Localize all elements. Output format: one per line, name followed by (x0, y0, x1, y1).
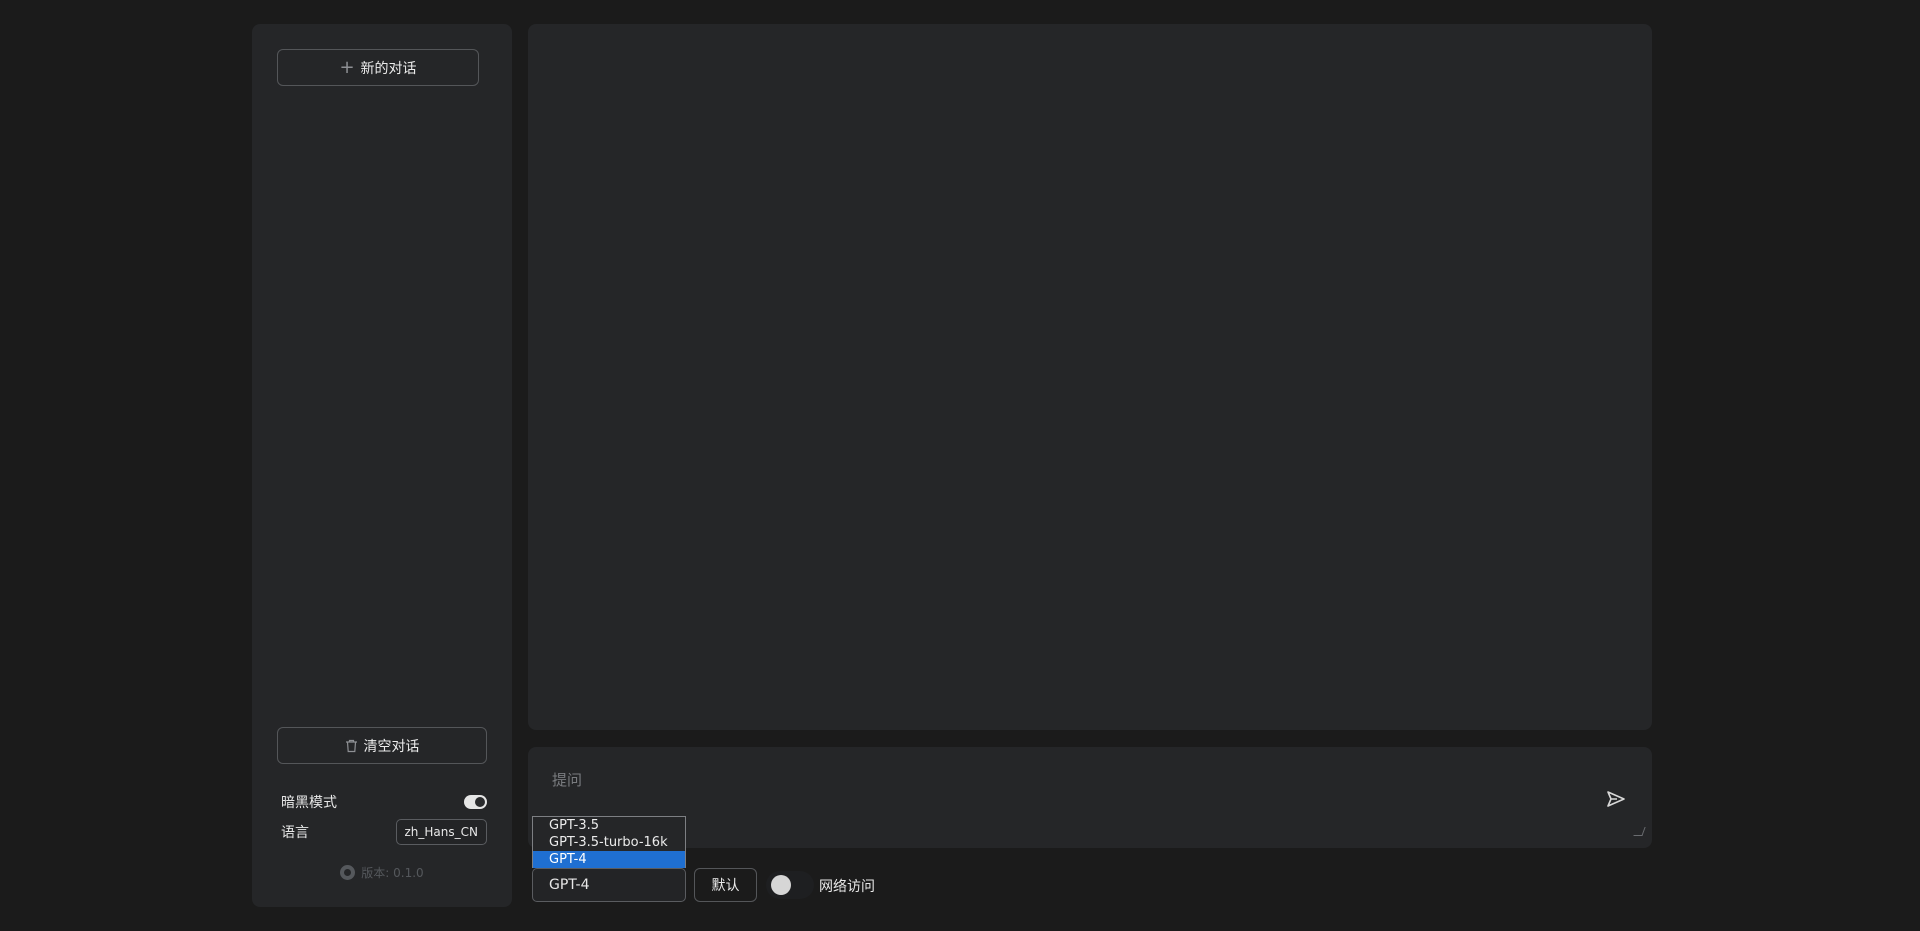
resize-handle[interactable] (1633, 827, 1646, 836)
trash-icon (345, 739, 357, 752)
dark-mode-label: 暗黑模式 (281, 795, 337, 811)
model-option-gpt-3-5-turbo-16k[interactable]: GPT-3.5-turbo-16k (533, 834, 685, 851)
model-select[interactable]: GPT-4 (532, 868, 686, 902)
prompt-input[interactable] (550, 767, 1604, 831)
dark-mode-row: 暗黑模式 (281, 792, 487, 812)
send-icon[interactable] (1606, 789, 1626, 809)
clear-chat-button[interactable]: 清空对话 (277, 727, 487, 764)
version-info: 版本: 0.1.0 (252, 864, 512, 881)
version-text: 版本: 0.1.0 (361, 866, 424, 880)
model-option-gpt-3-5[interactable]: GPT-3.5 (533, 817, 685, 834)
toggle-knob (771, 875, 791, 895)
new-chat-button[interactable]: + 新的对话 (277, 49, 479, 86)
network-toggle[interactable] (766, 871, 814, 899)
plus-icon: + (339, 56, 355, 78)
clear-chat-label: 清空对话 (363, 738, 420, 755)
model-dropdown-list: GPT-3.5 GPT-3.5-turbo-16k GPT-4 (532, 816, 686, 868)
language-select[interactable]: zh_Hans_CN (395, 819, 487, 845)
default-button[interactable]: 默认 (694, 868, 757, 902)
dark-mode-toggle[interactable] (464, 795, 487, 809)
language-row: 语言 zh_Hans_CN (281, 819, 487, 845)
chat-messages-area (528, 24, 1652, 730)
composer (528, 747, 1652, 848)
new-chat-label: 新的对话 (360, 60, 417, 77)
sidebar: + 新的对话 清空对话 暗黑模式 语言 zh_Hans_CN 版本: 0.1.0 (252, 24, 512, 907)
language-label: 语言 (281, 825, 309, 841)
github-icon[interactable] (340, 865, 356, 880)
model-option-gpt-4[interactable]: GPT-4 (533, 851, 685, 868)
network-access-label: 网络访问 (819, 879, 875, 895)
